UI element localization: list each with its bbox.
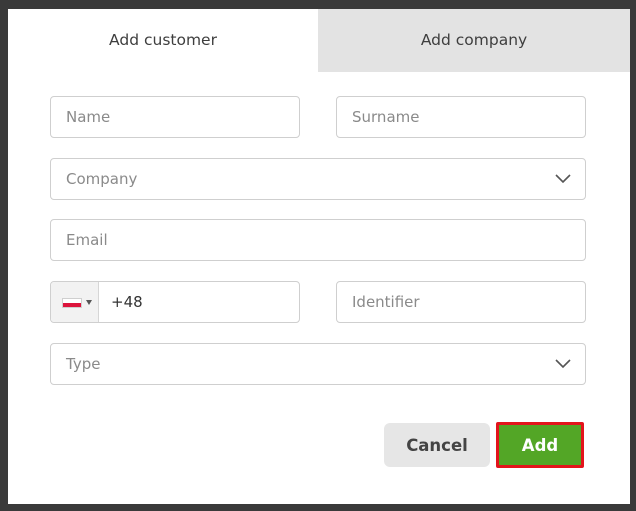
- email-input[interactable]: [51, 220, 585, 260]
- country-code-selector[interactable]: [51, 282, 99, 322]
- name-input[interactable]: [51, 97, 299, 137]
- tab-add-customer[interactable]: Add customer: [8, 9, 318, 72]
- phone-field: [50, 281, 300, 323]
- type-select[interactable]: Type: [50, 343, 586, 385]
- company-select-placeholder: Company: [66, 170, 138, 188]
- surname-input[interactable]: [337, 97, 585, 137]
- email-field[interactable]: [50, 219, 586, 261]
- cancel-button[interactable]: Cancel: [384, 423, 490, 467]
- dialog-tabs: Add customer Add company: [8, 9, 630, 72]
- chevron-down-icon: [555, 174, 571, 184]
- poland-flag-icon: [62, 298, 82, 308]
- phone-input[interactable]: [99, 282, 299, 322]
- name-field[interactable]: [50, 96, 300, 138]
- add-button[interactable]: Add: [496, 422, 584, 468]
- surname-field[interactable]: [336, 96, 586, 138]
- identifier-field[interactable]: [336, 281, 586, 323]
- tab-add-company[interactable]: Add company: [318, 9, 630, 72]
- company-select[interactable]: Company: [50, 158, 586, 200]
- add-customer-dialog: Add customer Add company Company: [8, 9, 630, 504]
- caret-down-icon: [86, 300, 92, 305]
- type-select-placeholder: Type: [66, 355, 101, 373]
- identifier-input[interactable]: [337, 282, 585, 322]
- chevron-down-icon: [555, 359, 571, 369]
